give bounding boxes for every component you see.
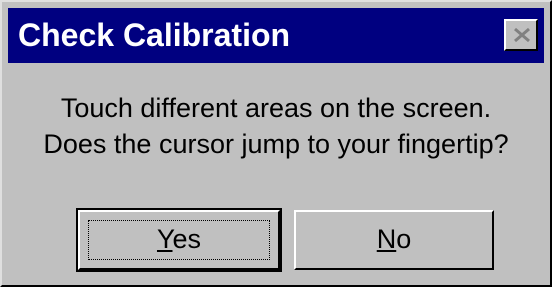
close-icon — [514, 27, 530, 43]
close-button[interactable] — [504, 19, 538, 51]
dialog-message: Touch different areas on the screen. Doe… — [2, 90, 550, 162]
message-line-1: Touch different areas on the screen. — [60, 93, 492, 123]
yes-button[interactable]: Yes — [76, 208, 282, 272]
focus-ring — [88, 220, 270, 260]
no-accelerator: N — [376, 224, 397, 254]
message-line-2: Does the cursor jump to your fingertip? — [43, 129, 509, 159]
no-button[interactable]: No — [294, 210, 494, 270]
no-label-rest: o — [396, 224, 412, 254]
no-label: No — [377, 224, 412, 254]
dialog-title: Check Calibration — [18, 17, 291, 53]
title-bar[interactable]: Check Calibration — [8, 8, 544, 63]
calibration-dialog: Check Calibration Touch different areas … — [0, 0, 552, 287]
